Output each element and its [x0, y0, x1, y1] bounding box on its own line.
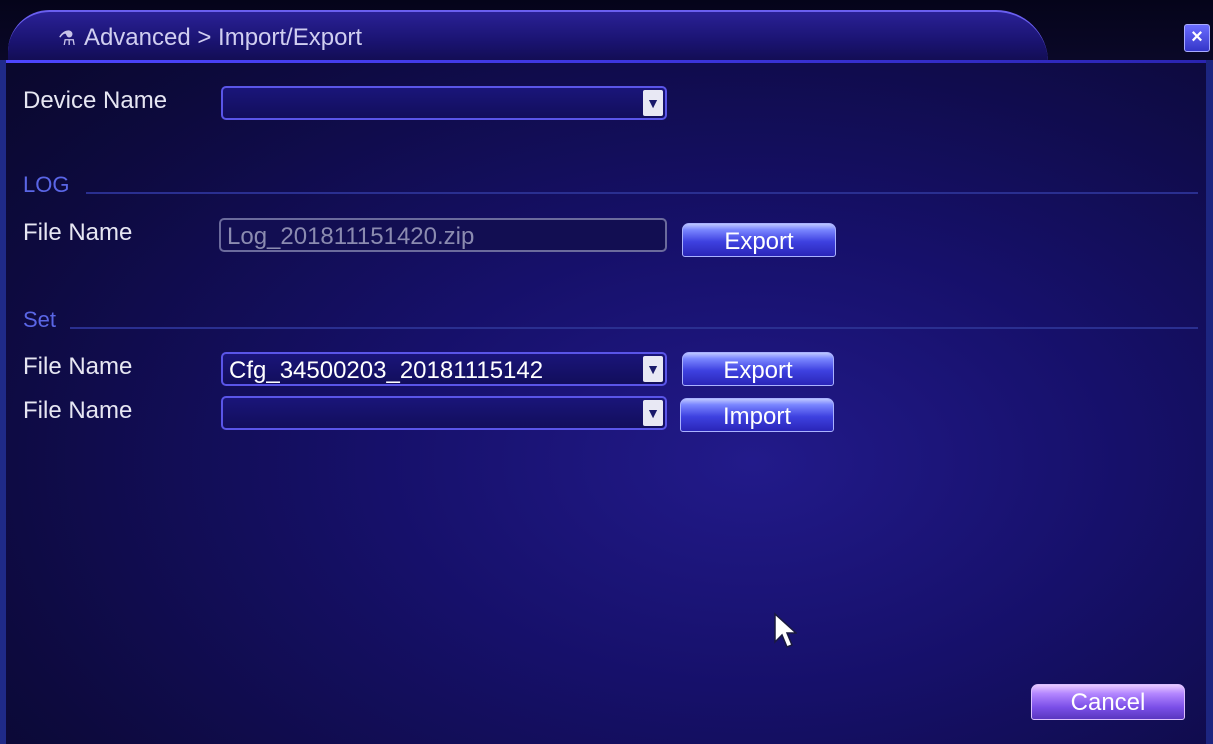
log-file-name-field: Log_201811151420.zip — [219, 218, 667, 252]
chevron-down-icon[interactable]: ▼ — [643, 356, 663, 382]
set-export-file-name-label: File Name — [23, 353, 133, 380]
window-title: Advanced > Import/Export — [83, 24, 363, 51]
set-import-button[interactable]: Import — [680, 398, 834, 432]
chevron-down-icon[interactable]: ▼ — [643, 400, 663, 426]
mouse-cursor-icon — [774, 612, 797, 648]
set-section-divider — [70, 327, 1198, 329]
log-file-name-label: File Name — [23, 219, 133, 246]
set-export-file-value: Cfg_34500203_20181115142 — [229, 357, 544, 384]
log-section-divider — [86, 192, 1198, 194]
set-import-file-dropdown[interactable]: ▼ — [221, 396, 667, 430]
title-divider — [0, 60, 1213, 63]
tools-icon: ⚗ — [58, 27, 76, 50]
close-button[interactable]: × — [1184, 24, 1210, 52]
log-section-label: LOG — [23, 172, 70, 197]
set-import-file-name-label: File Name — [23, 397, 133, 424]
log-file-name-value: Log_201811151420.zip — [227, 223, 475, 250]
frame-right-border — [1206, 60, 1213, 744]
title-bar: ⚗ Advanced > Import/Export × — [0, 0, 1213, 62]
set-export-file-dropdown[interactable]: Cfg_34500203_20181115142 ▼ — [221, 352, 667, 386]
frame-left-border — [0, 60, 6, 744]
cancel-button[interactable]: Cancel — [1031, 684, 1185, 720]
set-export-button[interactable]: Export — [682, 352, 834, 386]
chevron-down-icon[interactable]: ▼ — [643, 90, 663, 116]
log-export-button[interactable]: Export — [682, 223, 836, 257]
device-name-dropdown[interactable]: ▼ — [221, 86, 667, 120]
title-tab: ⚗ Advanced > Import/Export — [8, 10, 1048, 62]
import-export-dialog: ⚗ Advanced > Import/Export × Device Name… — [0, 0, 1213, 744]
device-name-label: Device Name — [23, 87, 168, 114]
set-section-label: Set — [23, 307, 57, 332]
title-group: ⚗ Advanced > Import/Export — [58, 24, 362, 52]
